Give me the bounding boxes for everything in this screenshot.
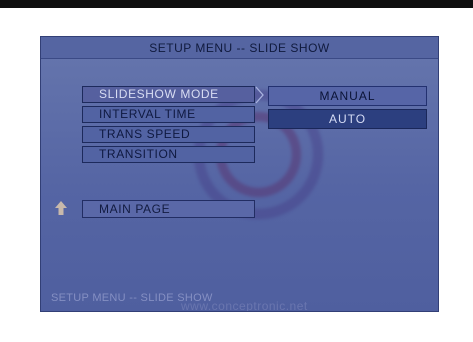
- main-page-button[interactable]: MAIN PAGE: [82, 200, 255, 218]
- menu-item-interval-time[interactable]: INTERVAL TIME: [82, 106, 255, 123]
- menu-item-transition[interactable]: TRANSITION: [82, 146, 255, 163]
- page-title: SETUP MENU -- SLIDE SHOW: [41, 37, 438, 59]
- chevron-right-icon: [255, 86, 264, 104]
- up-arrow-icon: [55, 201, 67, 215]
- option-manual[interactable]: MANUAL: [268, 86, 427, 106]
- bottom-space: [0, 312, 473, 342]
- option-auto[interactable]: AUTO: [268, 109, 427, 129]
- top-border: [0, 0, 473, 8]
- menu-item-trans-speed[interactable]: TRANS SPEED: [82, 126, 255, 143]
- setup-screen: SETUP MENU -- SLIDE SHOW SLIDESHOW MODE …: [40, 36, 439, 312]
- menu-item-slideshow-mode[interactable]: SLIDESHOW MODE: [82, 86, 255, 103]
- watermark-url: www.conceptronic.net: [181, 299, 308, 312]
